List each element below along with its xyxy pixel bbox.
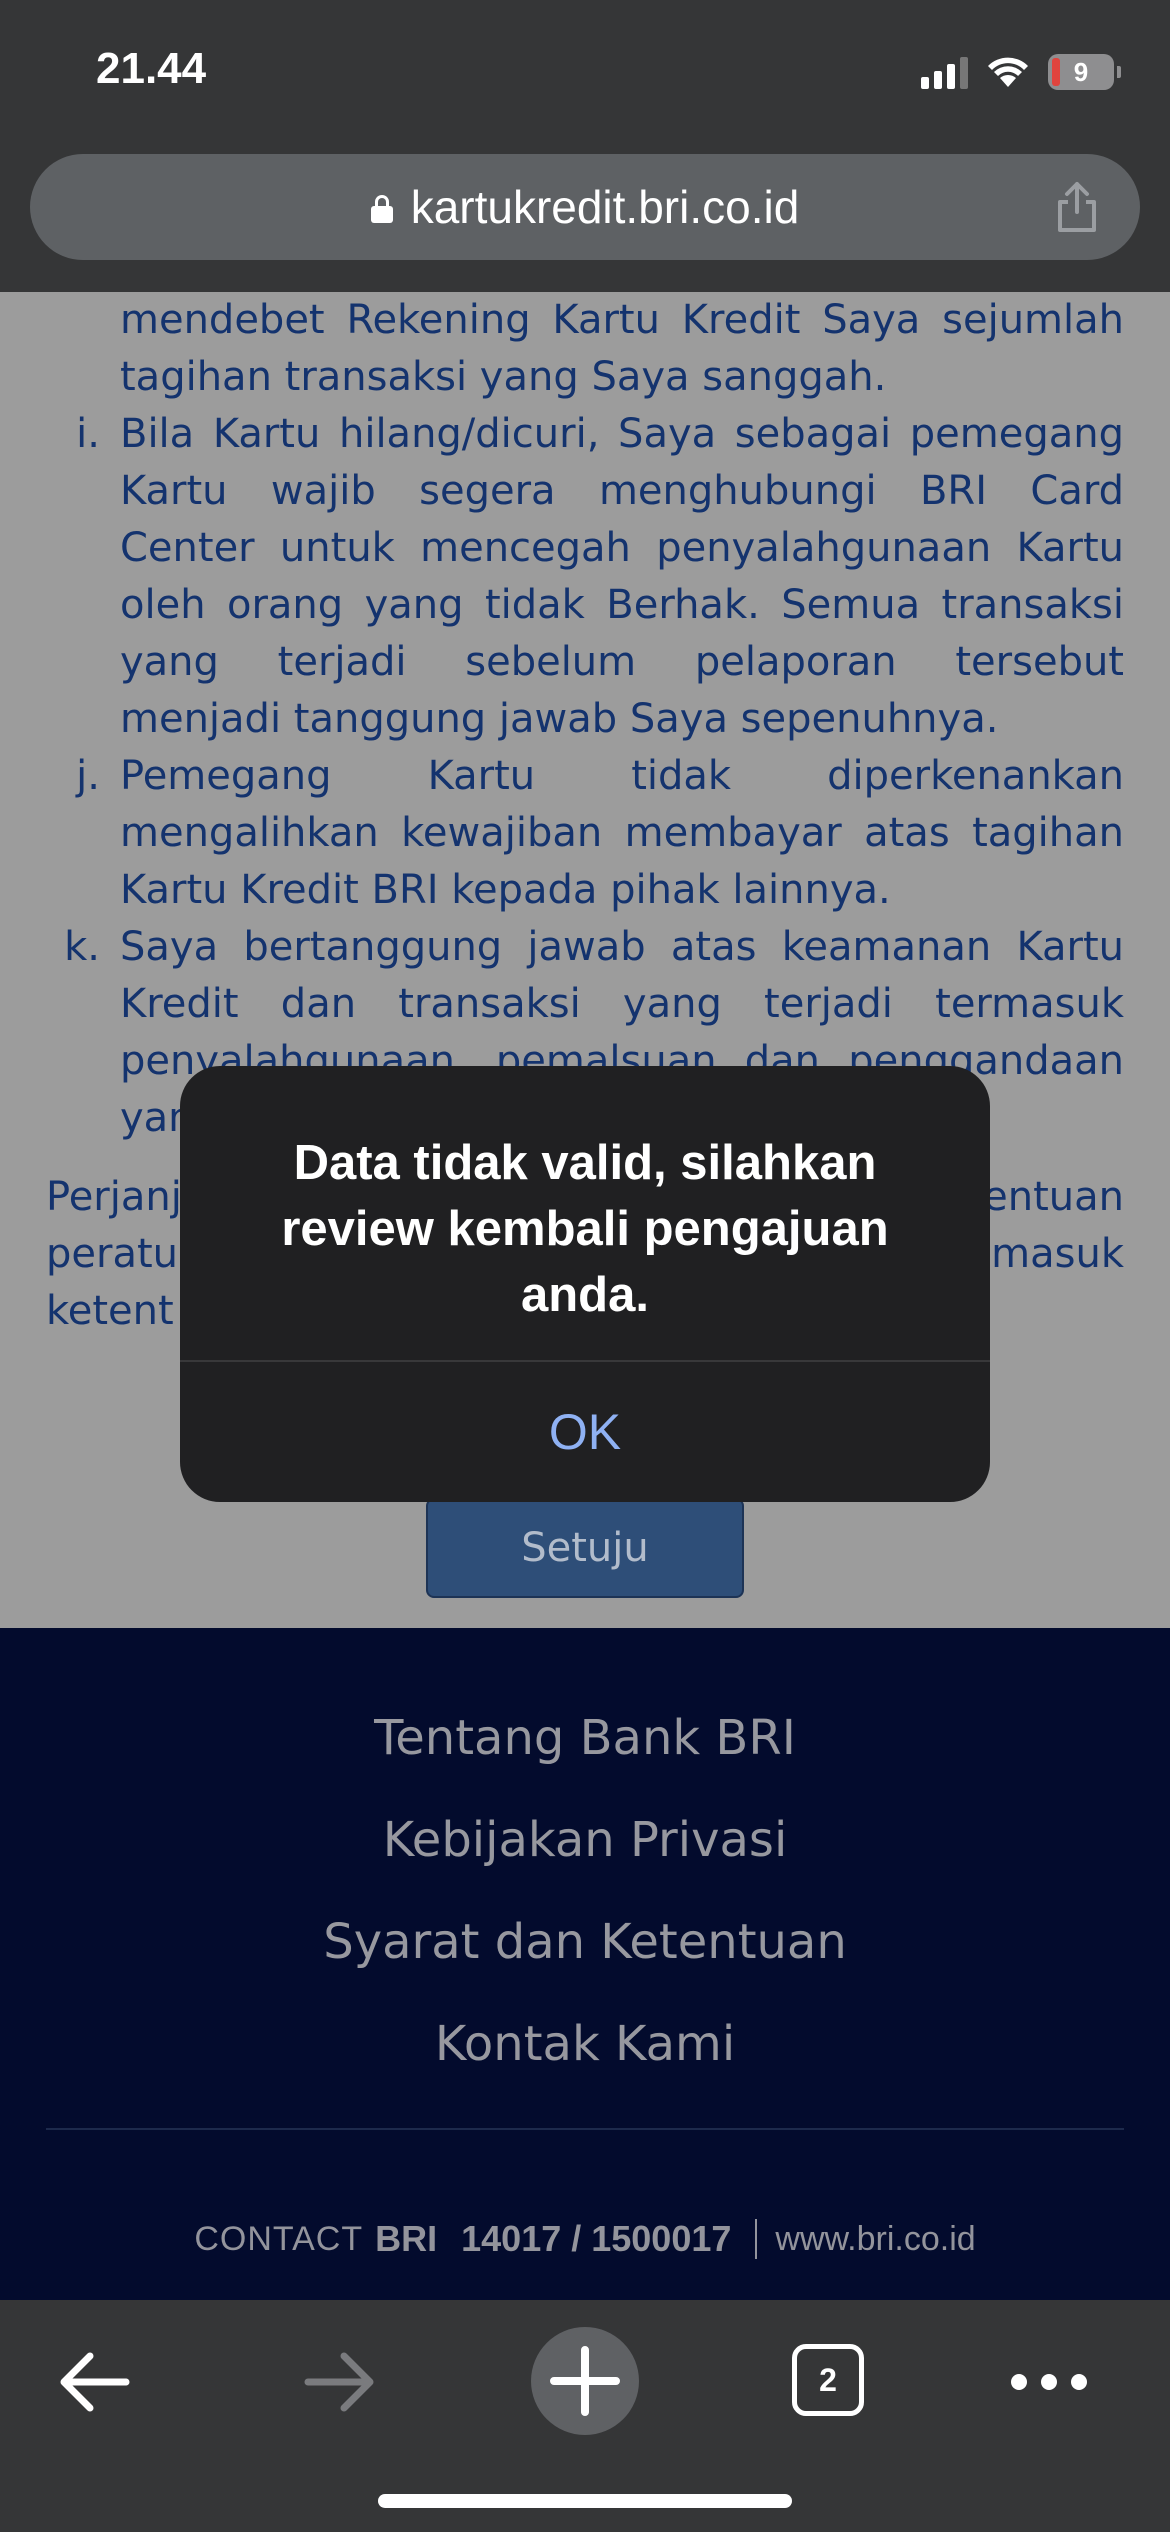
- alert-ok-button[interactable]: OK: [180, 1362, 990, 1502]
- cellular-signal-icon: [921, 55, 968, 89]
- text-line: menjadi tanggung jawab Saya sepenuhnya.: [120, 696, 999, 742]
- home-indicator[interactable]: [378, 2494, 792, 2508]
- text-fragment: entuan: [983, 1174, 1124, 1220]
- battery-icon: 9: [1048, 54, 1121, 90]
- battery-level: 9: [1073, 56, 1089, 87]
- text-line: Saya bertanggung jawab atas keamanan Kar…: [120, 924, 1124, 970]
- clause-letter: k.: [64, 924, 100, 970]
- clause-j: Pemegang Kartu tidak diperkenankan menga…: [120, 748, 1124, 919]
- footer-link-privacy[interactable]: Kebijakan Privasi: [0, 1812, 1170, 1868]
- agree-button[interactable]: Setuju: [426, 1498, 744, 1598]
- clause-letter: i.: [76, 411, 100, 457]
- alert-message: Data tidak valid, silahkan review kembal…: [281, 1136, 889, 1322]
- text-line: tagihan transaksi yang Saya sanggah.: [120, 354, 887, 400]
- tabs-count: 2: [819, 2361, 837, 2398]
- text-line: mengalihkan kewajiban membayar atas tagi…: [120, 810, 1124, 856]
- text-line: mendebet Rekening Kartu Kredit Saya seju…: [120, 297, 1124, 343]
- back-arrow-icon[interactable]: [50, 2332, 140, 2432]
- contact-numbers: 14017 / 1500017: [461, 2218, 732, 2259]
- text-line: Bila Kartu hilang/dicuri, Saya sebagai p…: [120, 411, 1124, 457]
- text-line: oleh orang yang tidak Berhak. Semua tran…: [120, 582, 1124, 628]
- more-options-icon[interactable]: [1004, 2332, 1094, 2432]
- contact-separator: [755, 2219, 758, 2259]
- website-link[interactable]: www.bri.co.id: [775, 2220, 975, 2259]
- browser-top-bar: 21.44 9 kartukredit.bri.co.id: [0, 0, 1170, 292]
- clause-i: Bila Kartu hilang/dicuri, Saya sebagai p…: [120, 406, 1124, 748]
- alert-dialog: Data tidak valid, silahkan review kembal…: [180, 1066, 990, 1502]
- lock-icon: [370, 195, 393, 223]
- clause-continuation: mendebet Rekening Kartu Kredit Saya seju…: [120, 292, 1124, 406]
- site-footer: Tentang Bank BRI Kebijakan Privasi Syara…: [0, 1628, 1170, 2300]
- text-fragment: masuk: [991, 1231, 1124, 1277]
- url-text: kartukredit.bri.co.id: [410, 181, 800, 233]
- footer-link-about[interactable]: Tentang Bank BRI: [0, 1710, 1170, 1766]
- forward-arrow-icon[interactable]: [294, 2332, 384, 2432]
- status-icons: 9: [921, 50, 1121, 94]
- footer-link-contact[interactable]: Kontak Kami: [0, 2016, 1170, 2072]
- text-line: Center untuk mencegah penyalahgunaan Kar…: [120, 525, 1124, 571]
- footer-divider: [46, 2128, 1124, 2130]
- text-line: Kartu Kredit BRI kepada pihak lainnya.: [120, 867, 891, 913]
- text-line: Kartu wajib segera menghubungi BRI Card: [120, 468, 1124, 514]
- footer-link-terms[interactable]: Syarat dan Ketentuan: [0, 1914, 1170, 1970]
- text-fragment: Perjanj: [46, 1174, 182, 1220]
- contact-label: CONTACT: [194, 2219, 364, 2258]
- contact-info: CONTACT BRI 14017 / 1500017 www.bri.co.i…: [0, 2218, 1170, 2260]
- text-line: yang terjadi sebelum pelaporan tersebut: [120, 639, 1124, 685]
- text-fragment: peratu: [46, 1231, 178, 1277]
- tabs-count-button[interactable]: 2: [792, 2344, 864, 2416]
- text-fragment: ketent: [46, 1288, 174, 1334]
- wifi-icon: [988, 57, 1028, 87]
- new-tab-plus-icon[interactable]: [530, 2326, 640, 2436]
- share-icon[interactable]: [1052, 180, 1102, 234]
- clause-letter: j.: [76, 753, 100, 799]
- address-bar[interactable]: kartukredit.bri.co.id: [30, 154, 1140, 260]
- text-line: Pemegang Kartu tidak diperkenankan: [120, 753, 1124, 799]
- contact-brand: BRI: [375, 2218, 438, 2259]
- status-time: 21.44: [96, 44, 207, 93]
- text-line: Kredit dan transaksi yang terjadi termas…: [120, 981, 1124, 1027]
